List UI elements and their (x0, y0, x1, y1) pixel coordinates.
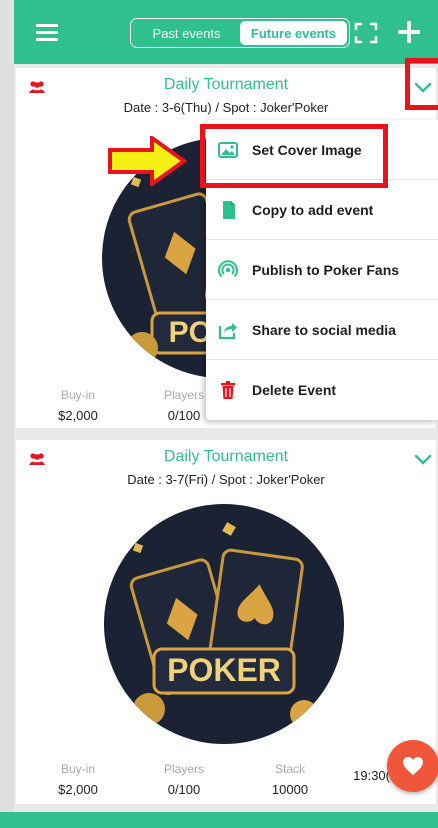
menu-item-label: Share to social media (252, 321, 396, 338)
stat-buy-in: Buy-in $2,000 (38, 762, 118, 797)
stat-value: 0/100 (167, 782, 201, 797)
stat-label: Stack (274, 762, 305, 776)
stat-value: $2,000 (58, 782, 98, 797)
event-card[interactable]: Daily Tournament Date : 3-7(Fri) / Spot … (16, 440, 436, 804)
menu-item-label: Publish to Poker Fans (252, 261, 400, 278)
add-event-icon[interactable] (398, 21, 420, 43)
trash-icon (221, 381, 235, 399)
broadcast-icon (218, 259, 238, 277)
tab-past-events[interactable]: Past events (133, 21, 240, 45)
event-title: Daily Tournament (163, 76, 289, 93)
app-frame: Past events Future events Daily Tourname… (14, 0, 438, 828)
event-date-spot: Date : 3-7(Fri) / Spot : Joker'Poker (127, 472, 325, 487)
menu-item-label: Delete Event (252, 382, 337, 398)
event-title: Daily Tournament (163, 448, 289, 465)
chevron-down-icon[interactable] (414, 454, 432, 466)
hamburger-menu-icon[interactable] (36, 24, 58, 42)
bottom-bar (0, 812, 438, 828)
stat-players: Players 0/100 (144, 762, 224, 797)
stat-value: $2,000 (58, 408, 98, 423)
menu-item-share-to-social-media[interactable]: Share to social media (206, 300, 438, 360)
stat-label: Players (163, 762, 204, 776)
pointer-arrow-icon (108, 136, 188, 186)
expand-icon[interactable] (354, 22, 378, 44)
left-edge-strip (0, 0, 14, 828)
stat-label: Buy-in (60, 762, 95, 776)
set-cover-highlight-box (200, 124, 388, 188)
heart-icon (403, 757, 423, 775)
stat-buy-in: Buy-in $2,000 (38, 388, 118, 423)
stat-stack: Stack 10000 (250, 762, 330, 797)
share-icon (218, 322, 237, 339)
event-date-spot: Date : 3-6(Thu) / Spot : Joker'Poker (123, 100, 329, 115)
stat-label: Buy-in (60, 388, 95, 402)
poker-text: POKER (167, 652, 281, 688)
menu-item-delete-event[interactable]: Delete Event (206, 360, 438, 420)
menu-item-copy-to-add-event[interactable]: Copy to add event (206, 180, 438, 240)
menu-item-label: Copy to add event (252, 201, 374, 218)
menu-item-publish-to-poker-fans[interactable]: Publish to Poker Fans (206, 240, 438, 300)
favorite-fab-button[interactable] (387, 740, 438, 792)
stat-value: 10000 (271, 782, 309, 797)
tab-future-events[interactable]: Future events (240, 21, 347, 45)
copy-doc-icon (223, 200, 235, 219)
chevron-highlight-box (405, 58, 438, 110)
top-bar: Past events Future events (14, 0, 438, 64)
event-cover-image: POKER (104, 504, 344, 744)
event-filter-segment: Past events Future events (130, 18, 350, 48)
